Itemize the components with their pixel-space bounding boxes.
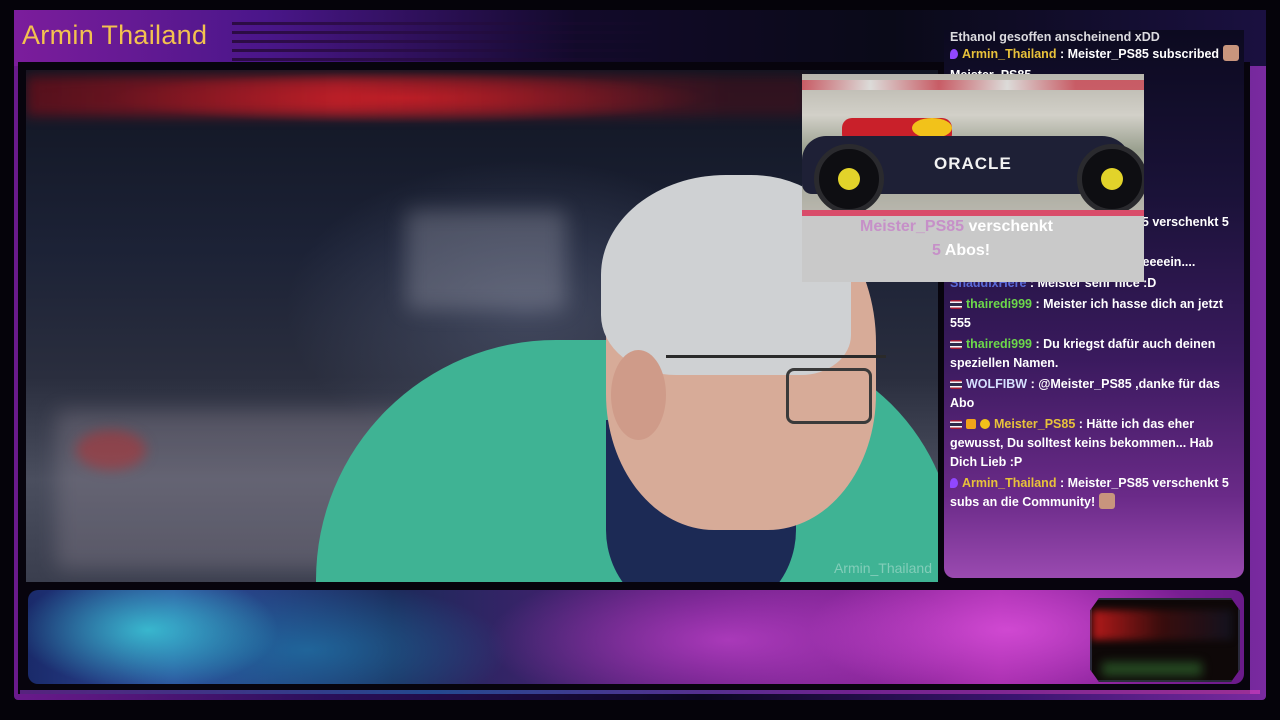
chat-message: thairedi999 : Du kriegst dafür auch dein…	[950, 337, 1216, 370]
bits-badge-icon	[966, 419, 976, 429]
channel-title: Armin Thailand	[22, 20, 208, 50]
chat-message: thairedi999 : Meister ich hasse dich an …	[950, 297, 1224, 330]
alert-line1-text: verschenkt	[968, 218, 1054, 235]
thai-flag-icon	[950, 380, 962, 389]
alert-count: 5	[932, 242, 941, 259]
chat-text: Meister_PS85 subscribed	[1067, 47, 1220, 61]
chat-username[interactable]: WOLFIBW	[966, 377, 1027, 391]
camera-preview-box	[1090, 598, 1240, 682]
gift-badge-icon	[980, 419, 990, 429]
track-barrier	[802, 80, 1144, 90]
background-object	[406, 210, 566, 310]
car-livery-accent	[912, 118, 952, 138]
wheel-icon	[814, 144, 884, 214]
chat-message: Meister_PS85 : Hätte ich das eher gewuss…	[950, 417, 1214, 469]
sub-gift-alert: ORACLE Meister_PS85 verschenkt 5 Abos!	[802, 74, 1144, 282]
emote-icon	[1099, 493, 1116, 509]
alert-message: Meister_PS85 verschenkt 5 Abos!	[802, 216, 1144, 282]
glasses-lens	[786, 368, 872, 424]
chat-username[interactable]: thairedi999	[966, 297, 1032, 311]
red-light-strip	[26, 76, 806, 116]
background-object	[76, 430, 146, 470]
alert-line2-text: Abos!	[944, 242, 991, 259]
car-sponsor-text: ORACLE	[934, 154, 1012, 173]
sub-badge-icon	[950, 49, 958, 59]
chat-username[interactable]: thairedi999	[966, 337, 1032, 351]
person-ear	[611, 350, 666, 440]
wheel-icon	[1077, 144, 1144, 214]
thai-flag-icon	[950, 340, 962, 349]
alert-username: Meister_PS85	[860, 218, 965, 235]
webcam-watermark: Armin_Thailand	[833, 560, 932, 576]
camera-preview-light	[1092, 610, 1232, 640]
chat-username[interactable]: Armin_Thailand	[962, 47, 1056, 61]
chat-message: Armin_Thailand : Meister_PS85 subscribed	[950, 45, 1242, 64]
chat-username[interactable]: Armin_Thailand	[962, 476, 1056, 490]
bottom-banner	[28, 590, 1244, 684]
camera-preview-floor	[1102, 662, 1202, 676]
thai-flag-icon	[950, 300, 962, 309]
thai-flag-icon	[950, 420, 962, 429]
bottom-accent-line	[20, 690, 1260, 694]
chat-message: Armin_Thailand : Meister_PS85 verschenkt…	[950, 476, 1229, 509]
chat-message: WOLFIBW : @Meister_PS85 ,danke für das A…	[950, 377, 1220, 410]
emote-icon	[1223, 45, 1240, 61]
alert-video-scene: ORACLE	[802, 74, 1144, 214]
chat-username[interactable]: Meister_PS85	[994, 417, 1075, 431]
sub-badge-icon	[950, 478, 958, 488]
